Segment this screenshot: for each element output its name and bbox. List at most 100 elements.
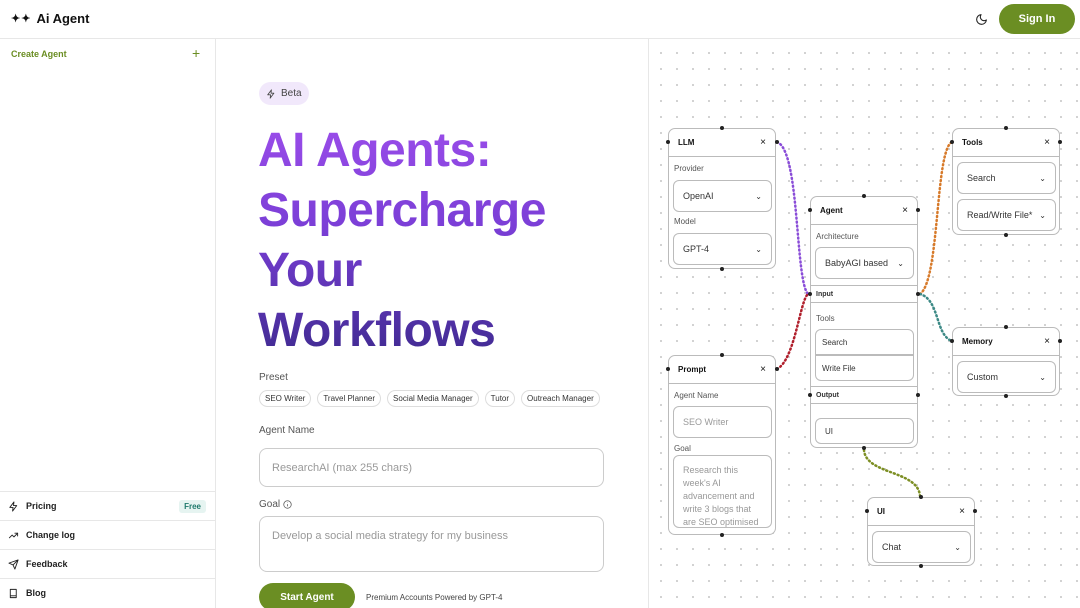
preset-chip[interactable]: Tutor <box>484 390 516 407</box>
llm-node[interactable]: LLM × Provider OpenAI ⌄ Model GPT-4 ⌄ <box>668 128 776 269</box>
model-label: Model <box>674 217 696 226</box>
node-header: Prompt × <box>669 356 775 384</box>
app-logo[interactable]: ✦✦ Ai Agent <box>11 11 89 26</box>
goal-textarea[interactable]: Develop a social media strategy for my b… <box>259 516 604 572</box>
node-handle[interactable] <box>919 564 923 568</box>
agent-name-field[interactable]: SEO Writer <box>673 406 772 438</box>
sidebar-item-feedback[interactable]: Feedback <box>0 549 215 578</box>
node-handle[interactable] <box>720 126 724 130</box>
theme-toggle-button[interactable] <box>971 9 991 29</box>
node-handle[interactable] <box>950 140 954 144</box>
tools-node[interactable]: Tools × Search ⌄ Read/Write File* ⌄ <box>952 128 1060 235</box>
preset-chip[interactable]: Social Media Manager <box>387 390 479 407</box>
plus-icon[interactable]: + <box>192 46 200 60</box>
close-icon[interactable]: × <box>902 205 908 216</box>
input-section: Input <box>811 285 917 303</box>
prompt-node[interactable]: Prompt × Agent Name SEO Writer Goal Rese… <box>668 355 776 535</box>
memory-select[interactable]: Custom ⌄ <box>957 361 1056 393</box>
node-handle[interactable] <box>1004 394 1008 398</box>
node-handle[interactable] <box>720 533 724 537</box>
close-icon[interactable]: × <box>959 506 965 517</box>
node-handle[interactable] <box>862 446 866 450</box>
node-handle[interactable] <box>808 393 812 397</box>
sidebar-item-label: Change log <box>26 530 75 540</box>
sidebar: Create Agent + Pricing Free Change log F… <box>0 39 216 608</box>
node-handle[interactable] <box>775 367 779 371</box>
tool-select[interactable]: Search ⌄ <box>957 162 1056 194</box>
tool-item[interactable]: Write File <box>815 355 914 381</box>
chevron-down-icon: ⌄ <box>755 244 762 254</box>
lightning-icon <box>9 500 18 512</box>
preset-chip[interactable]: Travel Planner <box>317 390 382 407</box>
hero-title: AI Agents: Supercharge Your Workflows <box>258 121 618 361</box>
node-handle[interactable] <box>1058 339 1062 343</box>
node-handle[interactable] <box>916 208 920 212</box>
moon-icon <box>975 13 987 25</box>
close-icon[interactable]: × <box>760 364 766 375</box>
node-handle[interactable] <box>808 208 812 212</box>
node-handle[interactable] <box>666 367 670 371</box>
node-handle[interactable] <box>666 140 670 144</box>
node-handle[interactable] <box>916 292 920 296</box>
close-icon[interactable]: × <box>1044 336 1050 347</box>
sidebar-item-label: Feedback <box>26 559 68 569</box>
node-handle[interactable] <box>720 267 724 271</box>
node-handle[interactable] <box>865 509 869 513</box>
sidebar-item-blog[interactable]: Blog <box>0 578 215 607</box>
node-handle[interactable] <box>950 339 954 343</box>
goal-field[interactable]: Research this week's AI advancement and … <box>673 455 772 528</box>
close-icon[interactable]: × <box>1044 137 1050 148</box>
node-header: Agent × <box>811 197 917 225</box>
main-panel: Beta AI Agents: Supercharge Your Workflo… <box>216 39 648 608</box>
send-icon <box>8 558 19 570</box>
agent-node[interactable]: Agent × Architecture BabyAGI based ⌄ Inp… <box>810 196 918 448</box>
preset-label: Preset <box>259 372 288 383</box>
chevron-down-icon: ⌄ <box>1039 173 1046 183</box>
memory-value: Custom <box>967 372 999 382</box>
beta-label: Beta <box>281 88 302 99</box>
goal-label: Goal <box>259 499 281 510</box>
model-select[interactable]: GPT-4 ⌄ <box>673 233 772 265</box>
node-handle[interactable] <box>1058 140 1062 144</box>
model-value: GPT-4 <box>683 244 710 254</box>
sidebar-item-change-log[interactable]: Change log <box>0 520 215 549</box>
preset-chip[interactable]: SEO Writer <box>259 390 312 407</box>
node-title: UI <box>877 507 885 516</box>
chevron-down-icon: ⌄ <box>755 191 762 201</box>
agent-name-input[interactable]: ResearchAI (max 255 chars) <box>259 448 604 487</box>
memory-node[interactable]: Memory × Custom ⌄ <box>952 327 1060 396</box>
node-handle[interactable] <box>1004 233 1008 237</box>
node-handle[interactable] <box>862 194 866 198</box>
top-header: ✦✦ Ai Agent Sign In <box>0 0 1080 39</box>
sidebar-item-label: Pricing <box>26 501 57 511</box>
close-icon[interactable]: × <box>760 137 766 148</box>
sidebar-item-label: Blog <box>26 588 46 598</box>
node-handle[interactable] <box>1004 325 1008 329</box>
hero-line: Workflows <box>258 304 496 357</box>
node-header: Tools × <box>953 129 1059 157</box>
output-field[interactable]: UI <box>815 418 914 444</box>
ui-select[interactable]: Chat ⌄ <box>872 531 971 563</box>
node-header: UI × <box>868 498 974 526</box>
tool-item[interactable]: Search <box>815 329 914 355</box>
node-handle[interactable] <box>973 509 977 513</box>
node-handle[interactable] <box>1004 126 1008 130</box>
sign-in-button[interactable]: Sign In <box>999 4 1075 34</box>
ui-node[interactable]: UI × Chat ⌄ <box>867 497 975 566</box>
sidebar-item-pricing[interactable]: Pricing Free <box>0 491 215 520</box>
preset-chip[interactable]: Outreach Manager <box>521 390 600 407</box>
node-handle[interactable] <box>720 353 724 357</box>
node-handle[interactable] <box>916 393 920 397</box>
info-icon[interactable] <box>283 500 292 509</box>
node-handle[interactable] <box>919 495 923 499</box>
node-title: Memory <box>962 337 993 346</box>
tool-select[interactable]: Read/Write File* ⌄ <box>957 199 1056 231</box>
node-handle[interactable] <box>808 292 812 296</box>
start-agent-button[interactable]: Start Agent <box>259 583 355 608</box>
provider-value: OpenAI <box>683 191 714 201</box>
architecture-select[interactable]: BabyAGI based ⌄ <box>815 247 914 279</box>
provider-select[interactable]: OpenAI ⌄ <box>673 180 772 212</box>
output-section: Output <box>811 386 917 404</box>
node-handle[interactable] <box>775 140 779 144</box>
create-agent-link[interactable]: Create Agent <box>11 49 67 59</box>
